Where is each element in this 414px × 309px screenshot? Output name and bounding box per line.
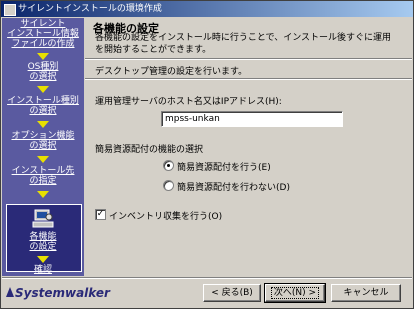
title-bar: サイレントインストールの環境作成 xyxy=(1,1,413,17)
step-label: OS種別 の選択 xyxy=(27,62,59,82)
page-subtitle: デスクトップ管理の設定を行います。 xyxy=(95,67,248,77)
step-arrow-icon xyxy=(37,53,49,60)
page-description: 各機能の設定をインストール時に行うことで、インストール後すぐに運用を開始すること… xyxy=(95,33,392,55)
app-icon xyxy=(4,4,16,16)
step-option-features[interactable]: オプション機能 の選択 xyxy=(2,131,84,151)
step-label: インストール種別 の選択 xyxy=(7,96,79,116)
back-button[interactable]: < 戻る(B) xyxy=(203,284,261,302)
wizard-steps-sidebar: サイレント インストール情報 ファイルの作成 OS種別 の選択 インストール種別… xyxy=(2,18,84,276)
distribution-no-radio[interactable] xyxy=(163,180,174,191)
distribution-yes-radio[interactable] xyxy=(163,160,174,171)
footer-divider xyxy=(2,277,412,279)
main-panel: 各機能の設定 各機能の設定をインストール時に行うことで、インストール後すぐに運用… xyxy=(85,18,412,276)
divider xyxy=(85,58,412,60)
divider xyxy=(85,78,412,80)
next-button[interactable]: 次へ(N) > xyxy=(264,283,326,303)
computer-settings-icon xyxy=(32,209,54,228)
systemwalker-logo-icon xyxy=(6,287,14,297)
step-arrow-icon xyxy=(37,86,49,93)
step-arrow-icon xyxy=(37,121,49,128)
step-confirm[interactable]: 確認 xyxy=(2,265,84,275)
step-label: 確認 xyxy=(33,265,52,275)
inventory-checkbox[interactable]: ✓ xyxy=(95,209,106,220)
server-host-label: 運用管理サーバのホスト名又はIPアドレス(H): xyxy=(95,97,282,107)
inventory-label[interactable]: インベントリ収集を行う(O) xyxy=(109,209,222,222)
distribution-label: 簡易資源配付の機能の選択 xyxy=(95,145,204,155)
next-button-label: 次へ(N) > xyxy=(270,287,320,299)
cancel-button[interactable]: キャンセル xyxy=(331,284,401,302)
step-label: インストール先 の指定 xyxy=(11,166,75,186)
step-arrow-icon xyxy=(37,156,49,163)
distribution-no-label[interactable]: 簡易資源配付を行わない(D) xyxy=(177,180,290,193)
step-install-type[interactable]: インストール種別 の選択 xyxy=(2,96,84,116)
step-label: 各機能 の設定 xyxy=(29,232,57,252)
back-button-label: < 戻る(B) xyxy=(211,288,253,298)
installer-window: サイレントインストールの環境作成 サイレント インストール情報 ファイルの作成 … xyxy=(0,0,414,309)
step-arrow-icon xyxy=(37,191,49,198)
cancel-button-label: キャンセル xyxy=(343,288,389,298)
server-host-input[interactable]: mpss-unkan xyxy=(161,111,343,127)
step-label: サイレント インストール情報 ファイルの作成 xyxy=(7,19,79,49)
step-label: オプション機能 の選択 xyxy=(11,131,75,151)
step-arrow-icon xyxy=(37,256,49,263)
step-create-info-file[interactable]: サイレント インストール情報 ファイルの作成 xyxy=(2,19,84,49)
step-feature-settings: 各機能 の設定 xyxy=(2,232,84,252)
step-os-type[interactable]: OS種別 の選択 xyxy=(2,62,84,82)
distribution-yes-label[interactable]: 簡易資源配付を行う(E) xyxy=(177,160,271,173)
brand-logo-text: Systemwalker xyxy=(15,286,110,300)
window-title: サイレントインストールの環境作成 xyxy=(18,4,162,14)
step-install-location[interactable]: インストール先 の指定 xyxy=(2,166,84,186)
